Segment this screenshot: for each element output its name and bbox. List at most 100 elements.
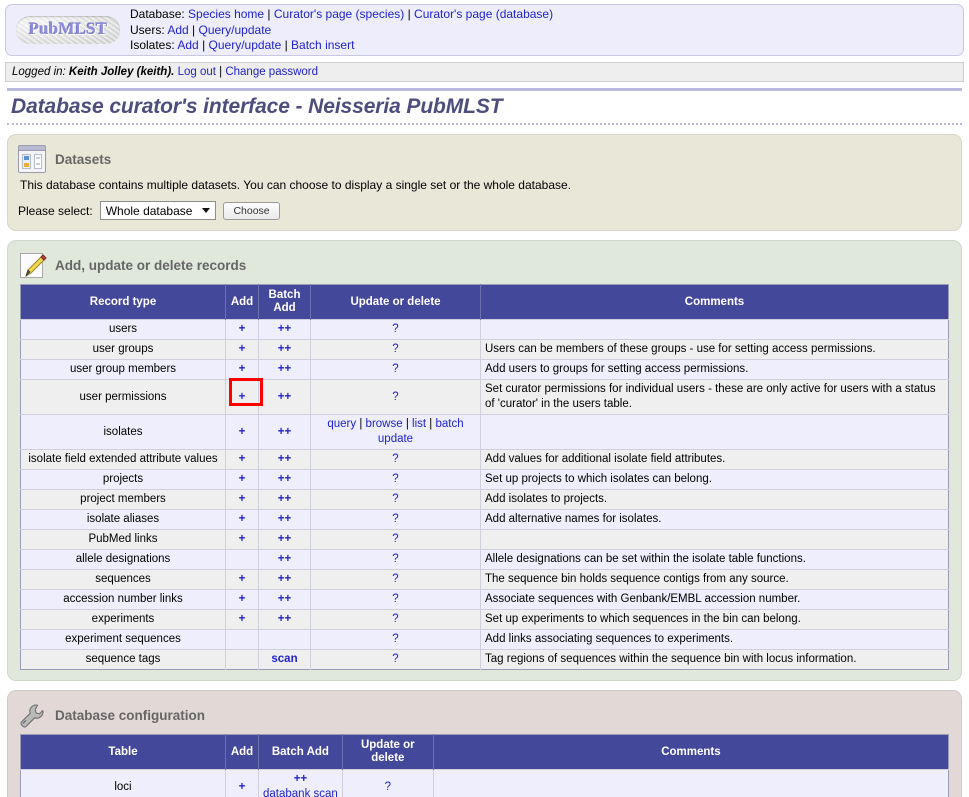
cell-add-link[interactable]: + [239, 613, 246, 625]
cell-batch-add[interactable]: ++ [258, 569, 311, 590]
cell-update-or-delete[interactable]: ? [310, 609, 481, 630]
update-delete-link[interactable]: ? [392, 533, 398, 545]
update-delete-link[interactable]: ? [392, 633, 398, 645]
cell-batch-add[interactable]: ++ [258, 469, 311, 490]
cell-batch-add[interactable]: ++ [258, 319, 311, 340]
update-delete-link[interactable]: ? [385, 781, 391, 793]
update-delete-link[interactable]: ? [392, 343, 398, 355]
pubmlst-logo[interactable]: PubMLST [12, 10, 124, 50]
cell-batch-add-link[interactable]: ++ [278, 323, 291, 335]
cell-add[interactable]: + [225, 609, 259, 630]
cell-batch-add[interactable]: ++ [258, 589, 311, 610]
cell-batch-add-link[interactable]: ++ [278, 533, 291, 545]
update-delete-link[interactable]: ? [392, 453, 398, 465]
cell-add-link[interactable]: + [239, 493, 246, 505]
cell-update-or-delete[interactable]: ? [342, 769, 434, 797]
cell-batch-add-link[interactable]: ++ [278, 493, 291, 505]
cell-update-or-delete[interactable]: ? [310, 529, 481, 550]
cell-update-or-delete[interactable]: ? [310, 589, 481, 610]
update-delete-link[interactable]: ? [392, 653, 398, 665]
cell-add[interactable]: + [225, 378, 263, 415]
cell-batch-add[interactable]: ++ databank scan [258, 769, 343, 797]
cell-batch-add[interactable]: ++ [258, 509, 311, 530]
cell-add-link[interactable]: + [239, 533, 246, 545]
link-users-query-update[interactable]: Query/update [199, 23, 272, 37]
cell-add[interactable]: + [225, 529, 259, 550]
update-delete-link[interactable]: ? [392, 473, 398, 485]
link-curators-page-species[interactable]: Curator's page (species) [274, 7, 404, 21]
cell-batch-add-link[interactable]: ++ [278, 363, 291, 375]
cell-batch-add[interactable]: ++ [258, 339, 311, 360]
cell-add[interactable]: + [225, 449, 259, 470]
link-isolates-query-update[interactable]: Query/update [209, 38, 282, 52]
update-link-list[interactable]: list [412, 418, 426, 430]
cell-batch-add-link[interactable]: ++ [294, 773, 307, 785]
link-users-add[interactable]: Add [167, 23, 188, 37]
cell-batch-add[interactable]: ++ [258, 359, 311, 380]
cell-add-link[interactable]: + [239, 573, 246, 585]
cell-update-or-delete[interactable]: ? [310, 339, 481, 360]
cell-update-or-delete[interactable]: ? [310, 319, 481, 340]
cell-batch-add[interactable]: ++ [258, 489, 311, 510]
cell-batch-add-link[interactable]: ++ [278, 391, 291, 403]
update-link-query[interactable]: query [327, 418, 356, 430]
cell-add-link[interactable]: + [239, 473, 246, 485]
cell-add[interactable]: + [225, 589, 259, 610]
cell-update-or-delete[interactable]: ? [310, 359, 481, 380]
cell-add-link[interactable]: + [239, 391, 246, 403]
logout-link[interactable]: Log out [178, 66, 216, 78]
update-delete-link[interactable]: ? [392, 613, 398, 625]
cell-add-link[interactable]: + [239, 363, 246, 375]
cell-batch-add-link[interactable]: ++ [278, 426, 291, 438]
update-delete-link[interactable]: ? [392, 323, 398, 335]
cell-batch-add-link[interactable]: ++ [278, 473, 291, 485]
cell-batch-add-link[interactable]: ++ [278, 613, 291, 625]
cell-update-or-delete[interactable]: ? [310, 489, 481, 510]
cell-batch-add[interactable]: ++ [258, 449, 311, 470]
cell-update-or-delete[interactable]: ? [310, 569, 481, 590]
cell-add[interactable]: + [225, 469, 259, 490]
cell-update-or-delete[interactable]: ? [310, 649, 481, 670]
update-delete-link[interactable]: ? [392, 593, 398, 605]
cell-batch-add-link[interactable]: ++ [278, 513, 291, 525]
change-password-link[interactable]: Change password [225, 66, 318, 78]
link-curators-page-database[interactable]: Curator's page (database) [414, 7, 553, 21]
cell-add-link[interactable]: + [239, 323, 246, 335]
cell-update-or-delete[interactable]: ? [310, 469, 481, 490]
cell-add[interactable]: + [225, 414, 259, 450]
cell-add[interactable]: + [225, 339, 259, 360]
update-delete-link[interactable]: ? [392, 573, 398, 585]
cell-add-link[interactable]: + [239, 781, 246, 793]
cell-update-or-delete[interactable]: query | browse | list | batch update [310, 414, 481, 450]
cell-add-link[interactable]: + [239, 593, 246, 605]
cell-batch-add-link[interactable]: scan [271, 653, 297, 665]
cell-update-or-delete[interactable]: ? [310, 549, 481, 570]
cell-update-or-delete[interactable]: ? [310, 449, 481, 470]
cell-add[interactable]: + [225, 489, 259, 510]
link-species-home[interactable]: Species home [188, 7, 264, 21]
cell-add[interactable]: + [225, 319, 259, 340]
link-isolates-add[interactable]: Add [177, 38, 198, 52]
cell-batch-add[interactable]: ++ [258, 609, 311, 630]
cell-update-or-delete[interactable]: ? [310, 629, 481, 650]
cell-batch-add[interactable]: ++ [258, 414, 311, 450]
cell-batch-add-link[interactable]: ++ [278, 553, 291, 565]
cell-add-link[interactable]: + [239, 513, 246, 525]
cell-batch-add[interactable]: ++ [258, 529, 311, 550]
cell-add-link[interactable]: + [239, 343, 246, 355]
cell-batch-add-link[interactable]: ++ [278, 573, 291, 585]
update-delete-link[interactable]: ? [392, 391, 398, 403]
update-delete-link[interactable]: ? [392, 363, 398, 375]
cell-batch-add-link[interactable]: ++ [278, 453, 291, 465]
cell-add-link[interactable]: + [239, 453, 246, 465]
cell-add[interactable]: + [225, 509, 259, 530]
cell-add[interactable]: + [225, 569, 259, 590]
cell-update-or-delete[interactable]: ? [310, 509, 481, 530]
cell-batch-add-link[interactable]: ++ [278, 593, 291, 605]
update-delete-link[interactable]: ? [392, 553, 398, 565]
cell-add[interactable]: + [225, 769, 259, 797]
cell-add[interactable]: + [225, 359, 259, 380]
cell-batch-add[interactable]: scan [258, 649, 311, 670]
link-isolates-batch-insert[interactable]: Batch insert [291, 38, 354, 52]
cell-batch-add-link[interactable]: ++ [278, 343, 291, 355]
